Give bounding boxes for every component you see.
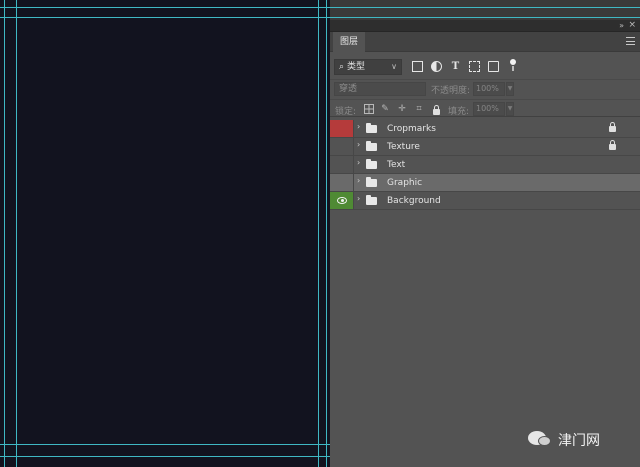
- guide-line[interactable]: [0, 444, 330, 445]
- expand-group-icon[interactable]: ›: [357, 122, 360, 131]
- guide-line[interactable]: [0, 17, 330, 18]
- visibility-toggle[interactable]: [330, 138, 354, 155]
- lock-artboard-icon[interactable]: ⌗: [414, 104, 424, 114]
- hamburger-icon[interactable]: [626, 37, 635, 45]
- lock-label: 锁定:: [335, 107, 357, 117]
- layers-panel: 图层 ⌕ 类型 ∨ T 穿透 不透明度: 100% ▼ 锁定: ✎ ✛ ⌗ 填充:…: [330, 32, 640, 467]
- layers-list: › Cropmarks › Texture › Text › Graphic ›…: [330, 120, 640, 210]
- fill-label: 填充:: [448, 107, 470, 117]
- watermark-text: 津门网: [558, 433, 600, 449]
- lock-image-pixels-icon[interactable]: ✎: [380, 104, 390, 114]
- opacity-label: 不透明度:: [431, 86, 471, 96]
- guide-line[interactable]: [0, 7, 330, 8]
- pixel-layer-filter-icon[interactable]: [412, 61, 423, 72]
- visibility-toggle[interactable]: [330, 192, 354, 209]
- guide-line: [330, 17, 640, 18]
- blend-opacity-row: 穿透 不透明度: 100% ▼: [330, 79, 640, 97]
- expand-group-icon[interactable]: ›: [357, 176, 360, 185]
- expand-group-icon[interactable]: ›: [357, 140, 360, 149]
- folder-icon: [366, 177, 377, 187]
- adjustment-layer-filter-icon[interactable]: [431, 61, 442, 72]
- filter-kind-select[interactable]: ⌕ 类型 ∨: [334, 59, 402, 75]
- layer-name[interactable]: Cropmarks: [387, 124, 436, 134]
- fill-field[interactable]: 100%: [473, 102, 505, 116]
- document-canvas[interactable]: [0, 0, 330, 467]
- visibility-toggle[interactable]: [330, 174, 354, 191]
- guide-line[interactable]: [326, 0, 327, 467]
- layer-row-cropmarks[interactable]: › Cropmarks: [330, 120, 640, 138]
- layer-filter-row: ⌕ 类型 ∨ T: [330, 57, 640, 77]
- panel-tabbar: 图层: [330, 32, 640, 52]
- expand-group-icon[interactable]: ›: [357, 194, 360, 203]
- guide-line: [330, 7, 640, 8]
- chevron-down-icon: ∨: [391, 62, 397, 71]
- collapse-panels-icon[interactable]: »: [619, 21, 624, 30]
- layer-name[interactable]: Graphic: [387, 178, 422, 188]
- smart-object-filter-icon[interactable]: [488, 61, 499, 72]
- lock-transparent-pixels-icon[interactable]: [364, 104, 374, 114]
- filter-toggle-stem: [512, 66, 514, 71]
- folder-icon: [366, 195, 377, 205]
- folder-icon: [366, 159, 377, 169]
- wechat-icon-bubble: [538, 436, 551, 446]
- layer-row-text[interactable]: › Text: [330, 156, 640, 174]
- search-icon: ⌕: [339, 62, 345, 72]
- visibility-toggle[interactable]: [330, 120, 354, 137]
- eye-icon: [337, 197, 347, 204]
- folder-icon: [366, 141, 377, 151]
- artboard[interactable]: [0, 0, 330, 467]
- watermark: 津门网: [528, 429, 618, 449]
- type-layer-filter-icon[interactable]: T: [450, 61, 461, 72]
- folder-icon: [366, 123, 377, 133]
- guide-line[interactable]: [16, 0, 17, 467]
- close-icon[interactable]: ×: [628, 20, 636, 30]
- lock-position-icon[interactable]: ✛: [397, 104, 407, 114]
- layer-name[interactable]: Texture: [387, 142, 420, 152]
- tab-layers[interactable]: 图层: [333, 32, 366, 52]
- layer-name[interactable]: Background: [387, 196, 441, 206]
- lock-icon: [609, 122, 616, 132]
- filter-toggle-icon[interactable]: [510, 59, 516, 65]
- guide-line[interactable]: [318, 0, 319, 467]
- lock-fill-row: 锁定: ✎ ✛ ⌗ 填充: 100% ▼: [330, 99, 640, 117]
- lock-icon: [609, 140, 616, 150]
- guide-line[interactable]: [0, 456, 330, 457]
- lock-all-icon[interactable]: [433, 105, 440, 115]
- layer-row-background[interactable]: › Background: [330, 192, 640, 210]
- layer-row-texture[interactable]: › Texture: [330, 138, 640, 156]
- opacity-dropdown-arrow[interactable]: ▼: [506, 82, 514, 96]
- panel-dock-header: [330, 0, 640, 20]
- layer-row-graphic[interactable]: › Graphic: [330, 174, 640, 192]
- fill-dropdown-arrow[interactable]: ▼: [506, 102, 514, 116]
- visibility-toggle[interactable]: [330, 156, 354, 173]
- expand-group-icon[interactable]: ›: [357, 158, 360, 167]
- blend-mode-select[interactable]: 穿透: [334, 82, 426, 96]
- guide-line[interactable]: [4, 0, 5, 467]
- panel-title-strip: » ×: [330, 20, 640, 32]
- layer-name[interactable]: Text: [387, 160, 405, 170]
- filter-kind-label: 类型: [347, 62, 366, 72]
- opacity-field[interactable]: 100%: [473, 82, 505, 96]
- shape-layer-filter-icon[interactable]: [469, 61, 480, 72]
